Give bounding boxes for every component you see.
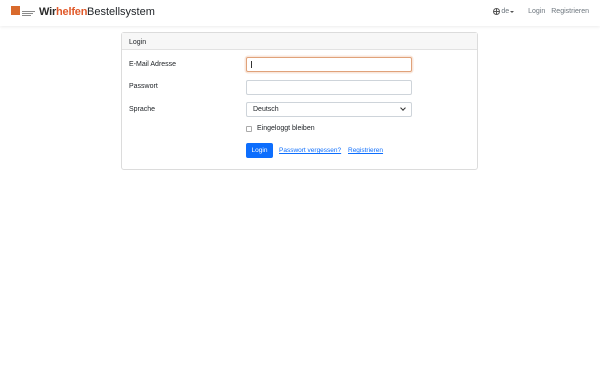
chevron-down-icon bbox=[400, 105, 406, 111]
nav-register-link[interactable]: Registrieren bbox=[551, 8, 589, 15]
app-title[interactable]: Bestellsystem bbox=[87, 6, 155, 18]
remember-checkbox[interactable] bbox=[246, 126, 252, 132]
email-field[interactable] bbox=[246, 57, 412, 72]
language-select[interactable]: Deutsch bbox=[246, 102, 412, 117]
password-label: Passwort bbox=[129, 83, 158, 90]
text-cursor bbox=[251, 61, 252, 68]
nav-login-link[interactable]: Login bbox=[528, 8, 545, 15]
brand-wordmark-prefix: Wir bbox=[39, 6, 57, 18]
caret-down-icon bbox=[510, 10, 515, 13]
nav-right: de Login Registrieren bbox=[493, 8, 589, 15]
top-navbar: Wirhelfen Bestellsystem de Login Registrie… bbox=[0, 0, 600, 26]
login-button[interactable]: Login bbox=[246, 143, 273, 158]
brand-wordmark-accent: helfen bbox=[56, 6, 88, 18]
remember-label[interactable]: Eingeloggt bleiben bbox=[257, 125, 315, 132]
brand-wordmark[interactable]: Wirhelfen bbox=[39, 6, 87, 18]
email-label: E-Mail Adresse bbox=[129, 61, 177, 68]
password-field[interactable] bbox=[246, 80, 412, 95]
language-dropdown[interactable]: de bbox=[501, 8, 509, 15]
login-card: Login E-Mail Adresse Passwort Sprache De… bbox=[121, 32, 478, 170]
brand-logo-icon[interactable] bbox=[11, 6, 35, 20]
forgot-password-link[interactable]: Passwort vergessen? bbox=[279, 147, 341, 154]
globe-icon bbox=[493, 8, 501, 15]
login-card-header: Login bbox=[122, 33, 477, 50]
language-label: Sprache bbox=[129, 106, 156, 113]
language-select-value: Deutsch bbox=[253, 106, 279, 113]
register-link[interactable]: Registrieren bbox=[348, 147, 383, 154]
